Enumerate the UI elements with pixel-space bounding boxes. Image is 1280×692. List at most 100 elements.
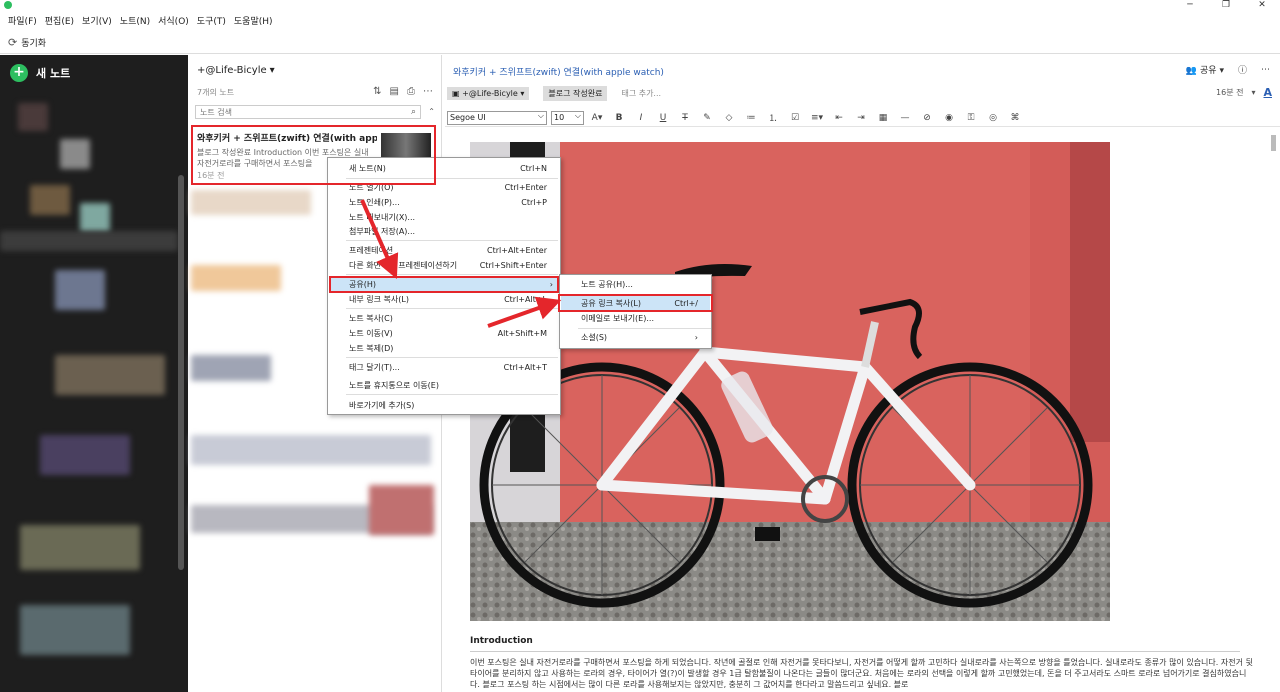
chevron-down-icon: ▾ xyxy=(269,65,275,76)
collapse-icon[interactable]: ⌃ xyxy=(428,107,435,116)
bicycle-photo xyxy=(470,142,1110,621)
title-bar: ─ ❐ ✕ xyxy=(0,0,1280,12)
context-menu-add-shortcut[interactable]: 바로가기에 추가(S) xyxy=(329,398,559,413)
context-menu-move-note[interactable]: 노트 이동(V) Alt+Shift+M xyxy=(329,326,559,341)
evernote-logo-icon xyxy=(4,1,12,9)
checkbox-icon[interactable]: ☑ xyxy=(786,113,804,123)
note-editor-title[interactable]: 와후키커 + 즈위프트(zwift) 연결(with apple watch) xyxy=(453,65,664,78)
context-menu-copy-internal-link[interactable]: 내부 링크 복사(L) Ctrl+Alt+L xyxy=(329,292,559,307)
menu-separator xyxy=(346,394,558,395)
sidebar-item[interactable] xyxy=(18,103,48,131)
notebook-selector[interactable]: +@Life-Bicyle ▾ xyxy=(197,65,275,76)
note-search-box[interactable]: ⌕ xyxy=(195,105,421,119)
sidebar-item[interactable] xyxy=(20,605,130,655)
sidebar-item[interactable] xyxy=(30,185,70,215)
more-options-icon[interactable]: ⋯ xyxy=(423,86,433,97)
outdent-icon[interactable]: ⇤ xyxy=(830,113,848,123)
menu-view[interactable]: 보기(V) xyxy=(80,14,118,30)
submenu-share-note[interactable]: 노트 공유(H)... xyxy=(561,277,710,293)
intro-paragraph: 이번 포스팅은 실내 자전거로라를 구매하면서 포스팅을 하게 되었습니다. 작… xyxy=(470,658,1253,689)
new-note-button[interactable]: + 새 노트 xyxy=(10,64,70,82)
table-icon[interactable]: ▦ xyxy=(874,113,892,123)
sidebar-item[interactable] xyxy=(20,525,140,570)
search-icon[interactable]: ⌕ xyxy=(411,107,416,117)
clear-format-icon[interactable]: ◇ xyxy=(720,113,738,123)
context-menu-export-note[interactable]: 노트 내보내기(X)... xyxy=(329,210,559,225)
font-select[interactable]: Segoe UI xyxy=(447,110,547,125)
menu-edit[interactable]: 편집(E) xyxy=(43,14,80,30)
context-menu-presentation[interactable]: 프레젠테이션 Ctrl+Alt+Enter xyxy=(329,243,559,258)
menu-bar: 파일(F) 편집(E) 보기(V) 노트(N) 서식(O) 도구(T) 도움말(… xyxy=(0,14,1280,30)
notebook-chip[interactable]: ▣ +@Life-Bicyle ▾ xyxy=(447,87,530,100)
sync-button[interactable]: ⟳ 동기화 xyxy=(8,36,46,49)
sidebar-item[interactable] xyxy=(60,139,90,169)
share-notebook-icon[interactable]: ⎙ xyxy=(407,86,415,97)
list-item[interactable] xyxy=(369,485,434,535)
bicycle-photo-illustration xyxy=(470,142,1110,621)
sidebar-item-selected[interactable] xyxy=(0,231,178,251)
sidebar-item[interactable] xyxy=(40,435,130,475)
note-list-tools: ⇅ ▤ ⎙ ⋯ xyxy=(373,86,433,97)
share-button[interactable]: 👥 공유 ▾ xyxy=(1186,63,1224,76)
list-item[interactable] xyxy=(191,435,431,465)
sidebar-item[interactable] xyxy=(55,270,105,310)
sidebar-item[interactable] xyxy=(80,203,110,233)
sidebar-scrollbar[interactable] xyxy=(178,175,184,570)
menu-format[interactable]: 서식(O) xyxy=(156,14,195,30)
close-button[interactable]: ✕ xyxy=(1244,0,1280,12)
bold-icon[interactable]: B xyxy=(610,113,628,123)
info-icon[interactable]: ⓘ xyxy=(1238,63,1247,76)
font-color-icon[interactable]: A▾ xyxy=(588,113,606,123)
strikethrough-icon[interactable]: T xyxy=(676,113,694,123)
highlight-icon[interactable]: ✎ xyxy=(698,113,716,123)
search-input[interactable] xyxy=(200,107,411,117)
encrypt-icon[interactable]: ⚿ xyxy=(962,113,980,123)
context-menu-present-other-screen[interactable]: 다른 화면에서 프레젠테이션하기 Ctrl+Shift+Enter xyxy=(329,258,559,273)
context-menu-tag-note[interactable]: 태그 달기(T)... Ctrl+Alt+T xyxy=(329,360,559,375)
underline-icon[interactable]: U xyxy=(654,113,672,123)
list-item[interactable] xyxy=(191,265,281,291)
minimize-button[interactable]: ─ xyxy=(1172,0,1208,12)
annotation-box-share xyxy=(329,276,559,293)
bullet-list-icon[interactable]: ≔ xyxy=(742,113,760,123)
people-icon: 👥 xyxy=(1185,66,1198,76)
context-menu-copy-note[interactable]: 노트 복사(C) xyxy=(329,311,559,326)
menu-file[interactable]: 파일(F) xyxy=(6,14,43,30)
maximize-button[interactable]: ❐ xyxy=(1208,0,1244,12)
context-menu-save-attachments[interactable]: 첨부파일 저장(A)... xyxy=(329,224,559,239)
plus-icon: + xyxy=(10,64,28,82)
modified-time[interactable]: 16분 전 xyxy=(1216,87,1243,98)
attachment-icon[interactable]: ⊘ xyxy=(918,113,936,123)
font-size-select[interactable]: 10 xyxy=(551,110,584,125)
chevron-down-icon: ▾ xyxy=(1251,88,1256,97)
add-tag-input[interactable]: 태그 추가... xyxy=(621,88,661,99)
align-icon[interactable]: ≡▾ xyxy=(808,113,826,123)
list-item[interactable] xyxy=(191,190,311,215)
editor-top-actions: 👥 공유 ▾ ⓘ ⋯ xyxy=(1186,63,1270,77)
submenu-social[interactable]: 소셜(S) › xyxy=(561,330,710,346)
horizontal-rule-icon[interactable]: — xyxy=(896,113,914,123)
more-options-icon[interactable]: ⋯ xyxy=(1261,65,1270,75)
menu-note[interactable]: 노트(N) xyxy=(118,14,156,30)
divider xyxy=(470,651,1240,652)
sync-label: 동기화 xyxy=(21,39,47,49)
menu-tools[interactable]: 도구(T) xyxy=(195,14,232,30)
context-menu-print-note[interactable]: 노트 인쇄(P)... Ctrl+P xyxy=(329,195,559,210)
sidebar-item[interactable] xyxy=(55,355,165,395)
italic-icon[interactable]: I xyxy=(632,113,650,123)
indent-icon[interactable]: ⇥ xyxy=(852,113,870,123)
editor-scrollbar[interactable] xyxy=(1271,135,1276,151)
tag-chip[interactable]: 블로그 작성완료 xyxy=(543,86,608,101)
link-icon[interactable]: ◎ xyxy=(984,113,1002,123)
menu-help[interactable]: 도움말(H) xyxy=(232,14,279,30)
context-menu-duplicate-note[interactable]: 노트 복제(D) xyxy=(329,341,559,356)
record-audio-icon[interactable]: ◉ xyxy=(940,113,958,123)
font-style-icon[interactable]: A xyxy=(1263,86,1272,99)
code-block-icon[interactable]: ⌘ xyxy=(1006,113,1024,123)
context-menu-move-to-trash[interactable]: 노트를 휴지통으로 이동(E) xyxy=(329,378,559,393)
list-item[interactable] xyxy=(191,355,271,381)
numbered-list-icon[interactable]: ⒈ xyxy=(764,111,782,124)
submenu-send-email[interactable]: 이메일로 보내기(E)... xyxy=(561,311,710,327)
sort-icon[interactable]: ⇅ xyxy=(373,86,381,97)
view-toggle-icon[interactable]: ▤ xyxy=(390,86,399,97)
